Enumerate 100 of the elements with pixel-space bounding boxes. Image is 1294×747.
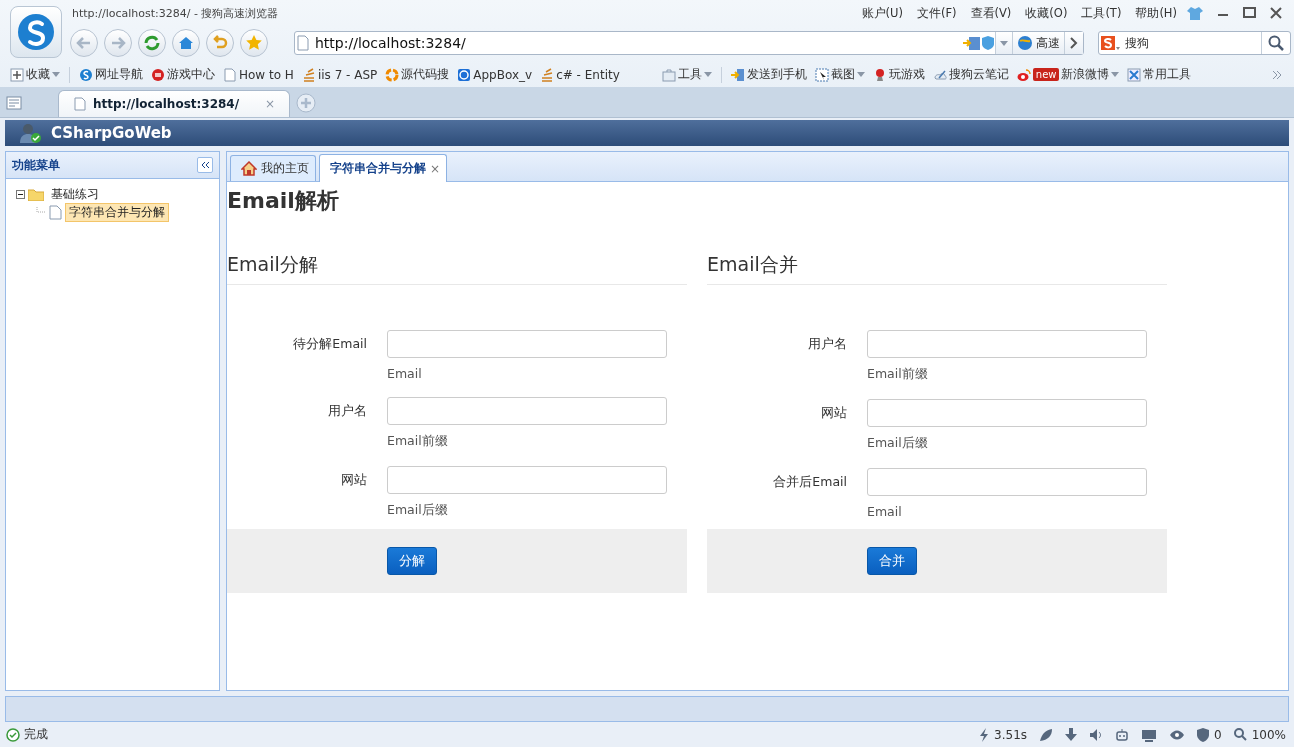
open-folder-icon [28, 187, 44, 201]
download-icon[interactable] [1065, 727, 1078, 742]
caret-icon[interactable] [703, 72, 712, 77]
browser-tab[interactable]: http://localhost:3284/ × [58, 90, 291, 117]
close-icon[interactable] [1270, 7, 1282, 19]
input-field[interactable] [387, 330, 667, 358]
toolbox-icon [661, 67, 676, 82]
user-check-icon [19, 123, 41, 143]
lightning-icon[interactable] [979, 727, 990, 742]
monitor-icon[interactable] [1141, 727, 1158, 742]
shirt-icon[interactable] [1187, 6, 1203, 20]
input-field[interactable] [387, 466, 667, 494]
bookmark-item[interactable]: How to H [221, 67, 296, 82]
site-logo-icon [79, 67, 93, 82]
search-bar[interactable]: 搜狗 [1098, 31, 1291, 55]
zoom-icon[interactable] [1233, 728, 1247, 742]
more-icon[interactable] [1272, 69, 1282, 80]
caret-icon[interactable] [52, 72, 60, 77]
bookmark-item[interactable]: 工具 [659, 66, 714, 83]
page-tab[interactable]: 字符串合并与分解 × [319, 154, 448, 182]
app-logo-icon [457, 67, 472, 82]
bookmark-item[interactable]: 源代码搜 [383, 66, 452, 83]
go-button[interactable] [1064, 32, 1083, 54]
bookmark-item[interactable]: 网址导航 [77, 66, 145, 83]
input-field[interactable] [867, 330, 1147, 358]
field-hint: Email后缀 [867, 435, 929, 452]
back-button[interactable] [70, 29, 98, 57]
load-time: 3.51s [994, 727, 1028, 742]
window-title: http://localhost:3284/ - 搜狗高速浏览器 [71, 5, 280, 21]
address-bar[interactable]: http://localhost:3284/ 高速 [294, 31, 1084, 55]
search-field[interactable]: 搜狗 [1121, 36, 1261, 50]
forward-button[interactable] [104, 29, 132, 57]
input-field[interactable] [867, 399, 1147, 427]
bookmark-item[interactable]: iis 7 - ASP [299, 67, 380, 82]
house-icon [241, 161, 257, 176]
page-title: Email解析 [227, 187, 340, 215]
globe-icon [1017, 35, 1033, 51]
bookmark-item[interactable]: 发送到手机 [728, 66, 809, 83]
leaf-icon[interactable] [1039, 727, 1054, 742]
bookmark-item[interactable]: 截图 [812, 66, 867, 83]
document-icon [49, 204, 62, 220]
bookmark-item[interactable]: new 新浪微博 [1014, 66, 1122, 83]
undo-button[interactable] [206, 29, 234, 57]
chevron-icon [1069, 37, 1079, 49]
home-button[interactable] [172, 29, 200, 57]
send-icon[interactable] [963, 35, 981, 51]
address-dropdown[interactable] [995, 32, 1012, 54]
bookmark-item[interactable]: 收藏 [8, 66, 62, 83]
shield-icon[interactable] [1197, 727, 1210, 742]
bookmark-item[interactable]: 玩游戏 [870, 66, 927, 83]
search-engine-icon[interactable] [1099, 35, 1121, 51]
tree-item[interactable]: 基础练习 [47, 184, 103, 204]
menu-item[interactable]: 帮助(H) [1135, 5, 1177, 21]
bookmark-item[interactable]: AppBox_v [455, 67, 535, 82]
search-icon[interactable] [1268, 35, 1284, 51]
field-label: 网站 [340, 471, 367, 489]
collapse-button[interactable] [197, 157, 213, 173]
submit-button[interactable]: 分解 [387, 547, 437, 575]
send-icon [730, 67, 745, 82]
menu-item[interactable]: 账户(U) [861, 5, 903, 21]
check-circle-icon [6, 727, 20, 742]
menu-item[interactable]: 工具(T) [1081, 5, 1122, 21]
tools-icon [1127, 67, 1142, 82]
double-chevron-icon [200, 161, 210, 169]
section-heading: Email合并 [707, 244, 1167, 285]
robot-icon[interactable] [1115, 727, 1130, 742]
zoom-level[interactable]: 100% [1251, 727, 1286, 742]
shield-icon[interactable] [981, 35, 995, 51]
speed-button[interactable]: 高速 [1012, 32, 1064, 54]
input-field[interactable] [867, 468, 1147, 496]
add-icon [10, 67, 24, 82]
new-tab-icon[interactable] [296, 93, 317, 113]
browser-logo[interactable] [10, 6, 62, 58]
bookmark-item[interactable]: c# - Entity [538, 67, 622, 82]
menu-item[interactable]: 文件(F) [916, 5, 957, 21]
speaker-icon[interactable] [1089, 727, 1104, 742]
caret-icon[interactable] [856, 72, 865, 77]
new-badge: new [1032, 68, 1060, 81]
caret-icon[interactable] [1000, 40, 1008, 46]
menu-item[interactable]: 查看(V) [970, 5, 1012, 21]
favorite-button[interactable] [240, 29, 268, 57]
page-tab[interactable]: 我的主页 [230, 155, 316, 181]
field-hint: Email [867, 504, 903, 519]
caret-icon[interactable] [1111, 72, 1120, 77]
menu-item[interactable]: 收藏(O) [1025, 5, 1068, 21]
bookmark-item[interactable]: 常用工具 [1125, 66, 1194, 83]
sidebar-toggle-icon[interactable] [6, 96, 22, 110]
close-tab-icon[interactable]: × [430, 161, 441, 176]
tree-item[interactable]: 字符串合并与分解 [65, 202, 169, 222]
submit-button[interactable]: 合并 [867, 547, 917, 575]
bookmark-item[interactable]: 游戏中心 [149, 66, 217, 83]
stack-icon [301, 67, 316, 82]
status-text: 完成 [24, 726, 48, 744]
eye-icon[interactable] [1169, 728, 1186, 741]
input-field[interactable] [387, 397, 667, 425]
bookmark-item[interactable]: 搜狗云笔记 [930, 66, 1011, 83]
collapse-icon[interactable] [16, 189, 25, 199]
app-title: CSharpGoWeb [51, 124, 172, 142]
refresh-button[interactable] [138, 29, 166, 57]
maximize-icon[interactable] [1243, 7, 1256, 19]
